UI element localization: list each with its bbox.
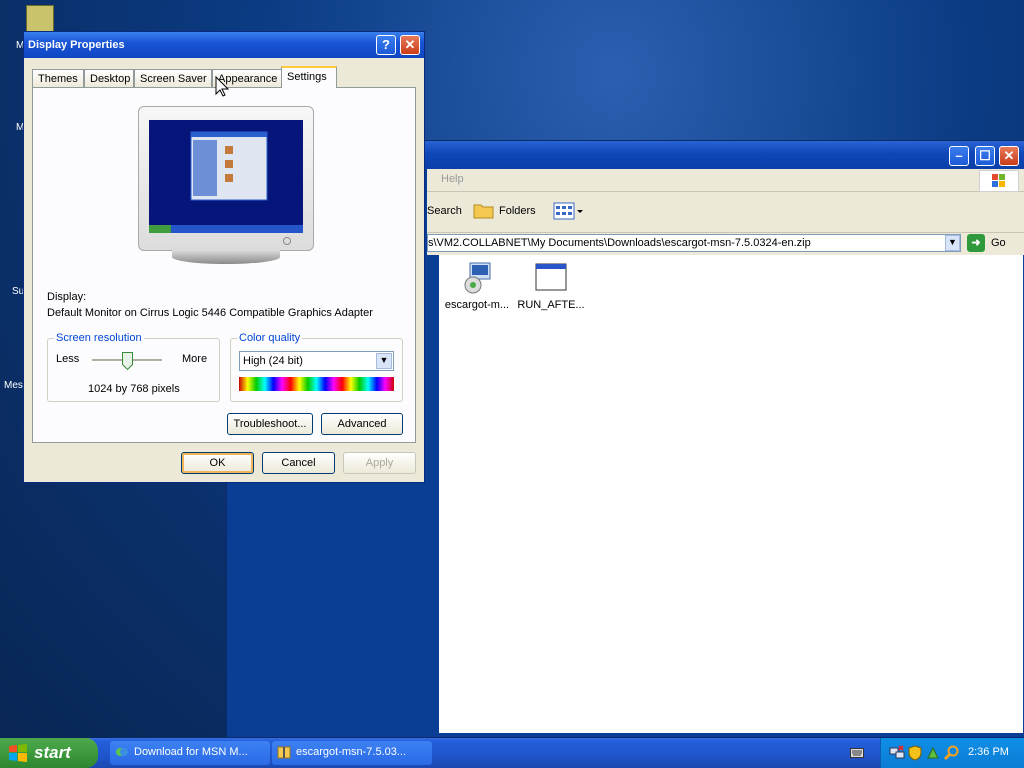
go-arrow-icon[interactable]: ➜	[967, 234, 985, 252]
file-list: escargot-m... RUN_AFTE...	[439, 255, 1023, 733]
windows-logo-icon	[979, 170, 1019, 192]
settings-panel: Display: Default Monitor on Cirrus Logic…	[32, 87, 416, 443]
search-icon[interactable]	[943, 745, 959, 761]
system-tray: 2:36 PM	[880, 738, 1024, 768]
clock: 2:36 PM	[968, 746, 1009, 758]
ok-button[interactable]: OK	[181, 452, 254, 474]
application-window-icon	[534, 261, 568, 295]
search-button[interactable]: Search	[427, 205, 462, 217]
network-connection-icon[interactable]	[925, 745, 941, 761]
folders-icon	[473, 201, 495, 219]
file-name: RUN_AFTE...	[517, 299, 585, 311]
menu-help[interactable]: Help	[441, 173, 464, 185]
desktop-shortcut-icon[interactable]	[26, 5, 54, 33]
color-spectrum-bar	[239, 377, 394, 391]
views-icon[interactable]	[553, 201, 583, 221]
start-button[interactable]: start	[0, 738, 98, 768]
taskbar-item-escargot-zip[interactable]: escargot-msn-7.5.03...	[272, 741, 432, 765]
minimize-icon[interactable]: –	[949, 146, 969, 166]
color-quality-value: High (24 bit)	[243, 355, 303, 367]
monitor-preview	[138, 106, 314, 268]
list-item[interactable]: escargot-m...	[439, 261, 515, 311]
cancel-button[interactable]: Cancel	[262, 452, 335, 474]
security-shield-icon[interactable]	[907, 745, 923, 761]
taskbar-item-label: Download for MSN M...	[134, 746, 248, 758]
taskbar-item-msn-download[interactable]: Download for MSN M...	[110, 741, 270, 765]
resolution-slider-thumb[interactable]	[122, 352, 133, 371]
tab-settings[interactable]: Settings	[281, 66, 337, 88]
msn-icon	[115, 745, 129, 759]
address-bar: s\VM2.COLLABNET\My Documents\Downloads\e…	[427, 233, 1024, 255]
dialog-title: Display Properties	[28, 39, 125, 51]
resolution-more-label: More	[182, 353, 208, 365]
help-icon[interactable]: ?	[376, 35, 396, 55]
monitor-screen	[149, 120, 303, 233]
tab-screen-saver[interactable]: Screen Saver	[134, 69, 212, 87]
chevron-down-icon[interactable]: ▼	[376, 353, 392, 369]
color-quality-legend: Color quality	[237, 332, 303, 344]
monitor-bezel	[138, 106, 314, 251]
installer-icon	[460, 261, 494, 295]
display-properties-dialog: Display Properties ? ✕ Themes Desktop Sc…	[23, 31, 425, 483]
address-dropdown-icon[interactable]: ▼	[945, 235, 960, 251]
taskbar: start Download for MSN M... escargot-msn…	[0, 738, 1024, 768]
screen-resolution-legend: Screen resolution	[54, 332, 144, 344]
start-label: start	[34, 743, 71, 762]
resolution-value: 1024 by 768 pixels	[88, 383, 180, 395]
zip-folder-icon	[277, 745, 291, 759]
tab-themes[interactable]: Themes	[32, 69, 84, 87]
advanced-button[interactable]: Advanced	[321, 413, 403, 435]
tab-desktop[interactable]: Desktop	[84, 69, 134, 87]
address-input[interactable]: s\VM2.COLLABNET\My Documents\Downloads\e…	[427, 234, 961, 252]
close-icon[interactable]: ✕	[999, 146, 1019, 166]
color-quality-select[interactable]: High (24 bit) ▼	[239, 351, 394, 371]
network-icon[interactable]	[889, 745, 905, 761]
troubleshoot-button[interactable]: Troubleshoot...	[227, 413, 313, 435]
power-button-icon	[283, 237, 291, 245]
maximize-icon[interactable]: ☐	[975, 146, 995, 166]
desktop-icon-label-fragment: Mes	[4, 380, 23, 391]
file-name: escargot-m...	[444, 299, 510, 311]
keyboard-icon[interactable]	[850, 747, 864, 759]
screen-resolution-group: Screen resolution Less More 1024 by 768 …	[47, 332, 220, 402]
mouse-cursor-icon	[215, 75, 230, 98]
color-quality-group: Color quality High (24 bit) ▼	[230, 332, 403, 402]
dialog-titlebar[interactable]: Display Properties ? ✕	[24, 32, 424, 58]
apply-button[interactable]: Apply	[343, 452, 416, 474]
display-label: Display:	[47, 291, 87, 303]
explorer-toolbar: Search Folders	[427, 192, 1024, 233]
explorer-menubar: Help	[427, 169, 1024, 192]
address-text: s\VM2.COLLABNET\My Documents\Downloads\e…	[428, 237, 811, 249]
close-icon[interactable]: ✕	[400, 35, 420, 55]
list-item[interactable]: RUN_AFTE...	[513, 261, 589, 311]
windows-flag-icon	[8, 744, 28, 762]
resolution-less-label: Less	[56, 353, 80, 365]
go-button[interactable]: Go	[991, 237, 1006, 249]
taskbar-item-label: escargot-msn-7.5.03...	[296, 746, 407, 758]
folders-button[interactable]: Folders	[499, 205, 536, 217]
desktop: M M Su Mes – ☐ ✕ Help Search Folders s\V…	[0, 0, 1024, 738]
monitor-stand	[172, 250, 280, 264]
display-value: Default Monitor on Cirrus Logic 5446 Com…	[47, 307, 373, 319]
